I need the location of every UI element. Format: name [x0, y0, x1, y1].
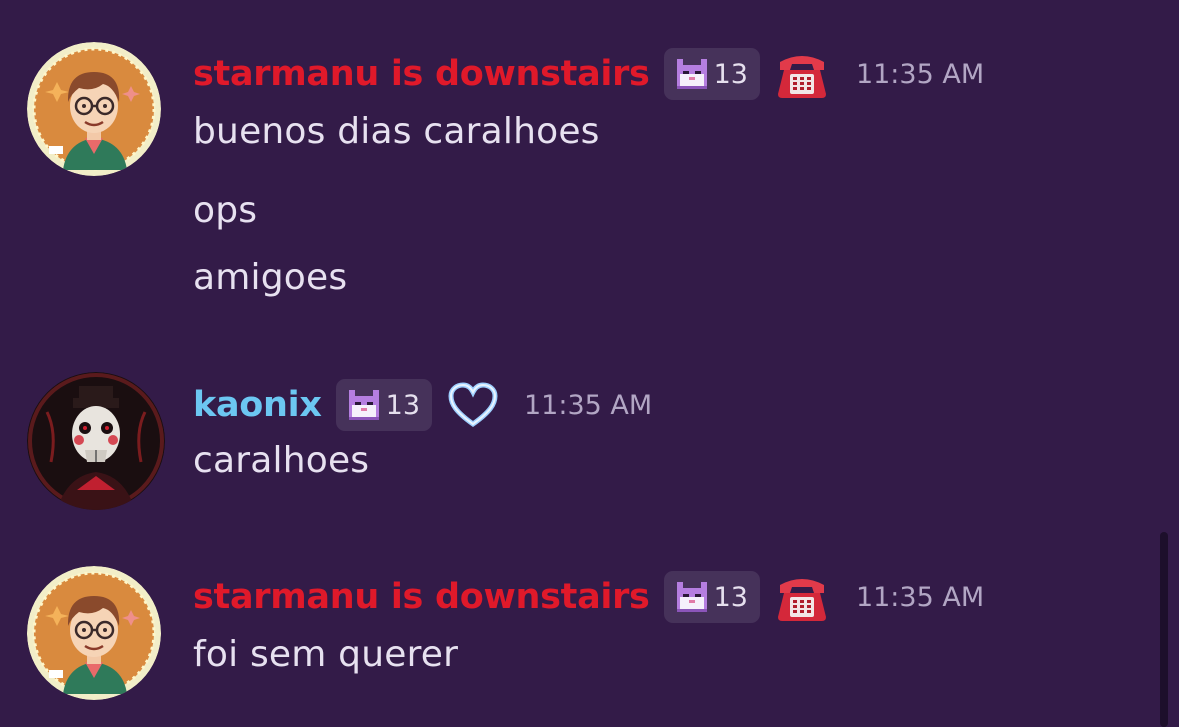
message-text[interactable]: foi sem querer: [193, 634, 458, 675]
message-text[interactable]: caralhoes: [193, 440, 369, 481]
chat-message-list: starmanu is downstairs 13 11:35 AM bueno…: [0, 0, 1179, 727]
message-header: kaonix 13 11:35 AM: [193, 375, 652, 435]
server-tag-badge[interactable]: 13: [335, 379, 432, 431]
cartoon-boy-avatar-icon: [27, 566, 161, 700]
server-tag-badge[interactable]: 13: [663, 571, 760, 623]
badge-count: 13: [385, 389, 420, 421]
telephone-icon[interactable]: [774, 48, 830, 100]
pixel-cat-icon: [348, 390, 379, 420]
message-timestamp[interactable]: 11:35 AM: [524, 390, 652, 421]
badge-count: 13: [713, 58, 748, 90]
user-avatar[interactable]: [27, 42, 161, 176]
heart-icon[interactable]: [448, 382, 498, 428]
pixel-cat-icon: [676, 59, 707, 89]
username[interactable]: starmanu is downstairs: [193, 54, 650, 94]
server-tag-badge[interactable]: 13: [663, 48, 760, 100]
message-header: starmanu is downstairs 13 11:35 AM: [193, 44, 984, 104]
scrollbar[interactable]: [1160, 532, 1168, 727]
badge-count: 13: [713, 581, 748, 613]
message-text[interactable]: amigoes: [193, 257, 347, 298]
message-text[interactable]: buenos dias caralhoes: [193, 111, 600, 152]
message-header: starmanu is downstairs 13 11:35 AM: [193, 567, 984, 627]
message-text[interactable]: ops: [193, 190, 257, 231]
puppet-mask-avatar-icon: [27, 372, 165, 510]
user-avatar[interactable]: [27, 566, 161, 700]
pixel-cat-icon: [676, 582, 707, 612]
username[interactable]: kaonix: [193, 385, 322, 425]
username[interactable]: starmanu is downstairs: [193, 577, 650, 617]
user-avatar[interactable]: [27, 372, 165, 510]
message-timestamp[interactable]: 11:35 AM: [856, 582, 984, 613]
message-timestamp[interactable]: 11:35 AM: [856, 59, 984, 90]
telephone-icon[interactable]: [774, 571, 830, 623]
cartoon-boy-avatar-icon: [27, 42, 161, 176]
